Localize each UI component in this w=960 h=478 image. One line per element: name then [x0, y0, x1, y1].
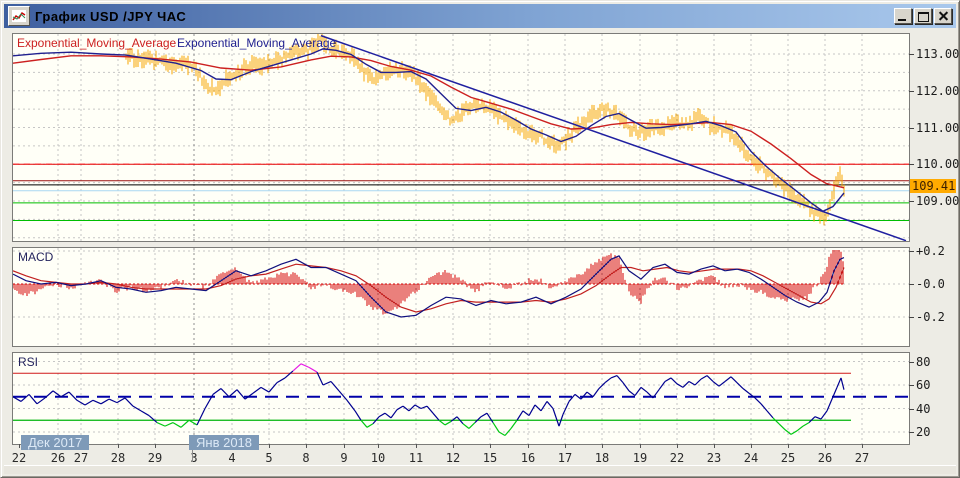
time-axis-tick [677, 444, 678, 448]
rsi-axis-label-tick [909, 409, 914, 410]
title-bar[interactable]: График USD /JPY ЧАС [4, 4, 956, 28]
price-axis: 113.00 112.00 111.00 110.00 109.00 +0.2 -0.0 -0… [909, 1, 960, 467]
price-chart-canvas[interactable] [13, 34, 909, 241]
time-axis-label: 27 [74, 451, 88, 465]
rsi-axis-label-tick [909, 385, 914, 386]
rsi-panel[interactable] [12, 352, 910, 445]
time-axis-tick [344, 444, 345, 448]
time-axis-tick [825, 444, 826, 448]
macd-axis-label-tick [909, 284, 914, 285]
time-axis-label: 17 [558, 451, 572, 465]
time-axis-tick [640, 444, 641, 448]
time-axis-tick [19, 444, 20, 448]
price-axis-label-tick [909, 54, 914, 55]
rsi-axis-label: 80 [916, 355, 930, 369]
time-axis-label: 18 [595, 451, 609, 465]
rsi-axis-label: 60 [916, 378, 930, 392]
macd-label: MACD [18, 250, 53, 264]
rsi-chart-canvas[interactable] [13, 353, 909, 444]
price-axis-label: 111.00 [916, 121, 959, 135]
time-axis-label: 15 [483, 451, 497, 465]
month-badge: Дек 2017 [21, 435, 89, 450]
price-axis-label: 110.00 [916, 157, 959, 171]
time-axis-tick [378, 444, 379, 448]
time-axis-label: 10 [371, 451, 385, 465]
rsi-axis-label: 40 [916, 402, 930, 416]
macd-chart-canvas[interactable] [13, 248, 909, 346]
time-axis-tick [269, 444, 270, 448]
time-axis-tick [306, 444, 307, 448]
time-axis-label: 23 [707, 451, 721, 465]
time-axis-label: 27 [855, 451, 869, 465]
time-axis-label: 19 [633, 451, 647, 465]
status-strip [4, 465, 956, 474]
time-axis-label: 26 [51, 451, 65, 465]
chart-icon [8, 6, 30, 26]
minimize-icon [898, 19, 906, 21]
price-axis-label: 113.00 [916, 47, 959, 61]
price-axis-label-tick [909, 128, 914, 129]
time-axis-tick [118, 444, 119, 448]
price-panel[interactable] [12, 33, 910, 242]
time-axis-tick [155, 444, 156, 448]
ema-slow-label: Exponential_Moving_Average [177, 36, 336, 50]
time-axis-label: 4 [228, 451, 235, 465]
current-price-badge: 109.41 [910, 179, 956, 193]
rsi-axis-label-tick [909, 432, 914, 433]
window-title: График USD /JPY ЧАС [35, 9, 186, 24]
price-axis-label-tick [909, 164, 914, 165]
chart-window: График USD /JPY ЧАС Exponential_Moving_A… [0, 0, 960, 478]
time-axis-label: 22 [670, 451, 684, 465]
time-axis-tick [862, 444, 863, 448]
time-axis-label: 9 [340, 451, 347, 465]
month-badge: Янв 2018 [189, 435, 259, 450]
macd-axis-label: -0.2 [916, 310, 945, 324]
time-axis-label: 12 [446, 451, 460, 465]
rsi-label: RSI [18, 355, 38, 369]
time-axis-label: 16 [521, 451, 535, 465]
macd-axis-label: +0.2 [916, 244, 945, 258]
rsi-axis-label: 20 [916, 425, 930, 439]
macd-panel[interactable] [12, 247, 910, 347]
time-axis-tick [528, 444, 529, 448]
macd-axis-label: -0.0 [916, 277, 945, 291]
time-axis-label: 8 [302, 451, 309, 465]
macd-axis-label-tick [909, 317, 914, 318]
time-axis-tick [602, 444, 603, 448]
price-axis-label-tick [909, 91, 914, 92]
time-axis-label: 25 [781, 451, 795, 465]
time-axis-tick [751, 444, 752, 448]
price-axis-label: 112.00 [916, 84, 959, 98]
time-axis-tick [416, 444, 417, 448]
time-axis-label: 26 [818, 451, 832, 465]
time-axis-label: 5 [265, 451, 272, 465]
price-axis-label-tick [909, 201, 914, 202]
time-axis-tick [714, 444, 715, 448]
time-axis-tick [788, 444, 789, 448]
rsi-axis-label-tick [909, 362, 914, 363]
time-axis-label: 28 [111, 451, 125, 465]
time-axis-label: 11 [409, 451, 423, 465]
price-axis-label: 109.00 [916, 194, 959, 208]
time-axis-label: 29 [148, 451, 162, 465]
month-separator-tick [192, 448, 193, 462]
time-axis-label: 24 [744, 451, 758, 465]
time-axis-tick [565, 444, 566, 448]
ema-fast-label: Exponential_Moving_Average [17, 36, 176, 50]
time-axis-tick [453, 444, 454, 448]
macd-axis-label-tick [909, 251, 914, 252]
time-axis-label: 22 [12, 451, 26, 465]
time-axis-tick [490, 444, 491, 448]
